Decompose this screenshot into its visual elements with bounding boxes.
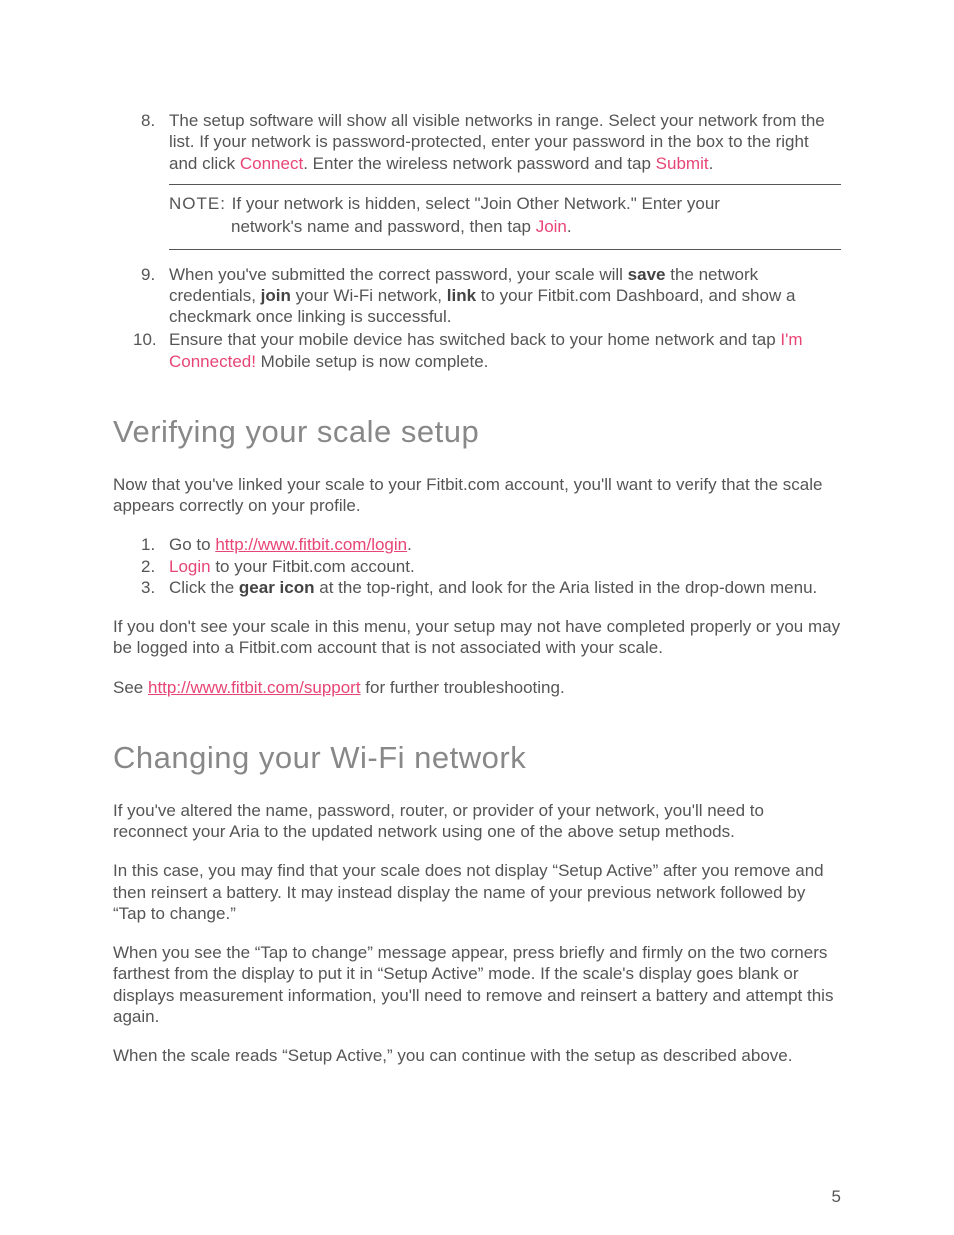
step-text: Click the [169, 578, 239, 597]
step-text: . Enter the wireless network password an… [303, 154, 655, 173]
text: See [113, 678, 148, 697]
page-number: 5 [832, 1187, 841, 1207]
note-label: NOTE: [169, 194, 232, 213]
step-text: . [709, 154, 714, 173]
setup-steps-continued-2: 9. When you've submitted the correct pas… [141, 264, 841, 372]
step-text: When you've submitted the correct passwo… [169, 265, 628, 284]
wifi-p2: In this case, you may find that your sca… [113, 860, 841, 924]
verify-step-1: 1. Go to http://www.fitbit.com/login. [141, 534, 841, 555]
step-text: . [407, 535, 412, 554]
heading-verify: Verifying your scale setup [113, 414, 841, 450]
step-9: 9. When you've submitted the correct pas… [141, 264, 841, 328]
step-8: 8. The setup software will show all visi… [141, 110, 841, 174]
wifi-p3: When you see the “Tap to change” message… [113, 942, 841, 1027]
login-action: Login [169, 557, 211, 576]
step-text: Go to [169, 535, 215, 554]
wifi-p1: If you've altered the name, password, ro… [113, 800, 841, 843]
step-text: Ensure that your mobile device has switc… [169, 330, 780, 349]
wifi-p4: When the scale reads “Setup Active,” you… [113, 1045, 841, 1066]
login-url-link[interactable]: http://www.fitbit.com/login [215, 535, 407, 554]
step-number: 1. [141, 534, 155, 555]
join-action: Join [536, 217, 567, 236]
support-url-link[interactable]: http://www.fitbit.com/support [148, 678, 361, 697]
heading-wifi: Changing your Wi-Fi network [113, 740, 841, 776]
gear-icon-bold: gear icon [239, 578, 315, 597]
step-text: your Wi-Fi network, [291, 286, 447, 305]
save-bold: save [628, 265, 666, 284]
verify-support: See http://www.fitbit.com/support for fu… [113, 677, 841, 698]
step-number: 3. [141, 577, 155, 598]
connect-action: Connect [240, 154, 303, 173]
verify-not-found: If you don't see your scale in this menu… [113, 616, 841, 659]
setup-steps-continued: 8. The setup software will show all visi… [141, 110, 841, 174]
verify-step-3: 3. Click the gear icon at the top-right,… [141, 577, 841, 598]
step-number: 10. [133, 329, 157, 350]
link-bold: link [447, 286, 476, 305]
submit-action: Submit [656, 154, 709, 173]
step-text: to your Fitbit.com account. [211, 557, 415, 576]
step-text: at the top-right, and look for the Aria … [315, 578, 818, 597]
note-text: network's name and password, then tap [231, 217, 536, 236]
verify-intro: Now that you've linked your scale to you… [113, 474, 841, 517]
note-callout: NOTE: If your network is hidden, select … [169, 184, 841, 250]
text: for further troubleshooting. [361, 678, 565, 697]
step-number: 9. [141, 264, 155, 285]
document-page: 8. The setup software will show all visi… [0, 0, 954, 1066]
verify-steps: 1. Go to http://www.fitbit.com/login. 2.… [141, 534, 841, 598]
verify-step-2: 2. Login to your Fitbit.com account. [141, 556, 841, 577]
step-text: Mobile setup is now complete. [256, 352, 488, 371]
step-number: 8. [141, 110, 155, 131]
note-text: If your network is hidden, select "Join … [232, 194, 720, 213]
step-10: 10. Ensure that your mobile device has s… [141, 329, 841, 372]
note-text: . [567, 217, 572, 236]
step-number: 2. [141, 556, 155, 577]
join-bold: join [261, 286, 291, 305]
